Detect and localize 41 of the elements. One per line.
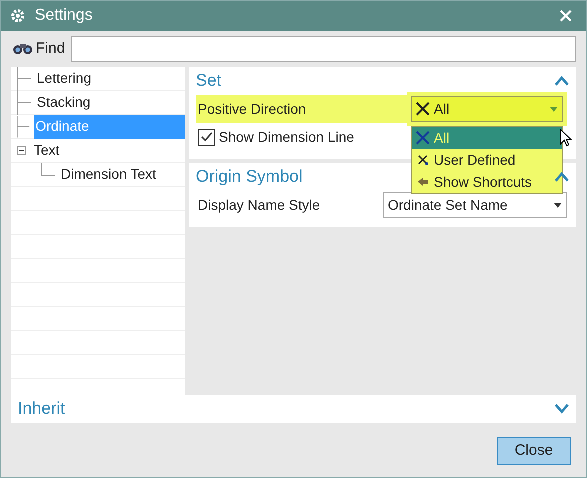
tree-item[interactable]: Stacking <box>35 90 93 114</box>
checkbox-label: Show Dimension Line <box>219 128 354 146</box>
gear-icon <box>11 9 25 23</box>
dropdown[interactable]: All <box>411 96 563 122</box>
find-label: Find <box>36 38 66 59</box>
dropdown-value: All <box>434 100 451 118</box>
tree-connector <box>41 163 55 176</box>
section-title: Set <box>196 70 222 92</box>
dropdown-arrow-icon <box>550 106 558 112</box>
dropdown-value: Ordinate Set Name <box>388 196 509 214</box>
tree-item[interactable]: Dimension Text <box>59 162 158 186</box>
binoculars-icon <box>12 42 34 56</box>
menu-item-label: User Defined <box>434 150 516 170</box>
menu-item-label: Show Shortcuts <box>434 172 532 192</box>
checkbox[interactable] <box>198 128 215 146</box>
tree-connector <box>17 66 31 90</box>
field-label: Display Name Style <box>197 196 322 215</box>
tree-connector <box>17 90 31 114</box>
cross-icon <box>416 131 430 145</box>
section-title: Inherit <box>18 398 66 420</box>
find-field[interactable] <box>71 36 576 62</box>
close-button[interactable]: Close <box>497 437 571 465</box>
close-icon <box>560 10 572 22</box>
menu-item[interactable]: Show Shortcuts <box>412 171 562 193</box>
arrow-left-icon <box>416 175 430 189</box>
collapse-toggle[interactable] <box>17 146 26 155</box>
mouse-cursor-icon <box>560 129 572 147</box>
minus-icon <box>19 148 24 153</box>
tree-connector <box>17 114 30 138</box>
tree-item[interactable]: Text <box>32 138 62 162</box>
checkmark-icon <box>200 132 212 142</box>
menu-item-label: All <box>434 128 450 148</box>
window-title: Settings <box>35 6 94 26</box>
menu-item[interactable]: User Defined <box>412 149 562 171</box>
section-title: Origin Symbol <box>196 166 303 188</box>
dropdown-arrow-icon <box>554 202 562 208</box>
cross-icon <box>416 102 430 116</box>
dropdown[interactable]: Ordinate Set Name <box>383 192 567 218</box>
field-label: Positive Direction <box>196 95 407 123</box>
tree-item[interactable]: Lettering <box>35 66 94 90</box>
cross-icon <box>416 153 430 167</box>
